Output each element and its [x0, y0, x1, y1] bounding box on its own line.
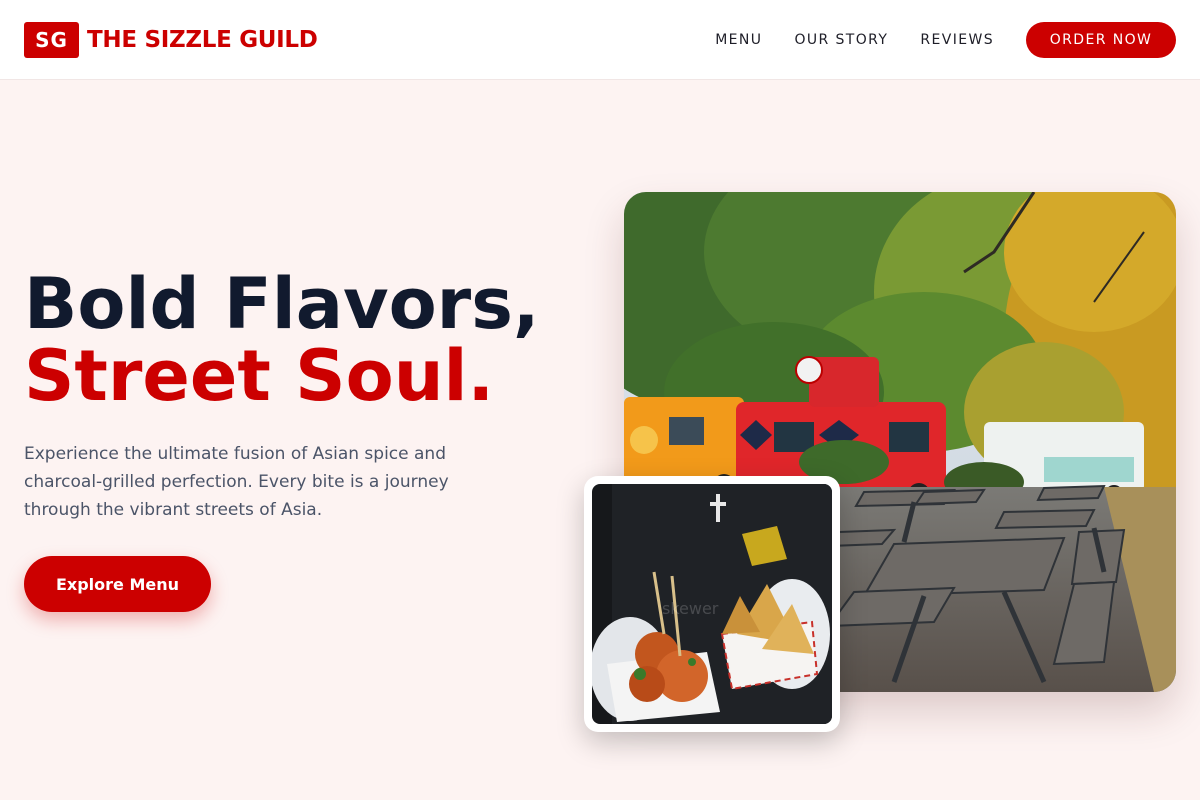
- hero-title-line2: Street Soul.: [24, 335, 495, 417]
- hero-description: Experience the ultimate fusion of Asian …: [24, 444, 449, 520]
- skewer-dish-photo-card: skewer: [584, 476, 840, 732]
- skewer-dish-photo: skewer: [592, 484, 832, 724]
- nav-link-our-story[interactable]: OUR STORY: [794, 32, 888, 48]
- brand-name: THE SIZZLE GUILD: [87, 26, 318, 53]
- nav-link-menu[interactable]: MENU: [715, 32, 762, 48]
- watermark-text: skewer: [662, 599, 719, 618]
- order-now-button[interactable]: ORDER NOW: [1026, 21, 1176, 58]
- site-header: SG THE SIZZLE GUILD MENU OUR STORY REVIE…: [0, 0, 1200, 80]
- nav-link-reviews[interactable]: REVIEWS: [920, 32, 994, 48]
- brand-logo[interactable]: SG THE SIZZLE GUILD: [24, 21, 318, 58]
- hero-title: Bold Flavors, Street Soul.: [24, 268, 604, 412]
- main-nav: MENU OUR STORY REVIEWS ORDER NOW: [715, 21, 1176, 58]
- hero-title-line1: Bold Flavors,: [24, 263, 540, 345]
- explore-menu-button[interactable]: Explore Menu: [24, 556, 211, 612]
- brand-badge: SG: [24, 21, 79, 58]
